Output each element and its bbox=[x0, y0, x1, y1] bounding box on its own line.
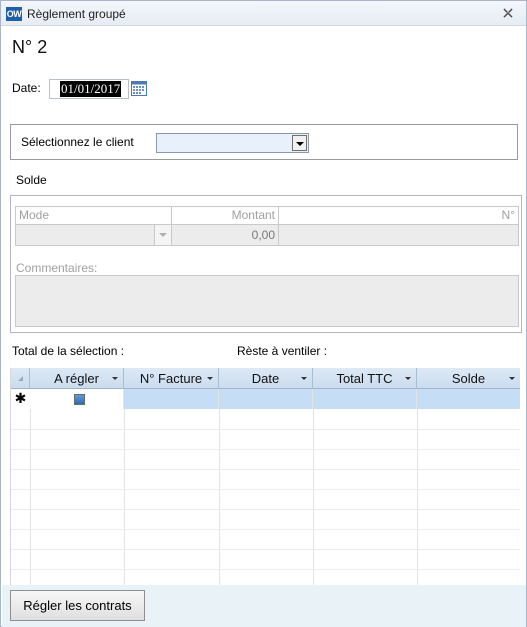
date-value: 01/01/2017 bbox=[60, 81, 122, 97]
grid-divider bbox=[313, 409, 314, 585]
dialog-window: OW Règlement groupé N° 2 Date: 01/01/201… bbox=[0, 0, 527, 627]
close-icon[interactable] bbox=[501, 6, 515, 20]
column-header-label: N° Facture bbox=[139, 371, 203, 386]
grid-row-line bbox=[11, 429, 520, 430]
montant-column-header: Montant bbox=[171, 206, 278, 225]
a-regler-checkbox[interactable] bbox=[74, 394, 85, 405]
select-all-corner[interactable] bbox=[11, 368, 30, 389]
date-label: Date: bbox=[12, 81, 41, 95]
column-header-date[interactable]: Date bbox=[219, 368, 313, 389]
numero-column-header: N° bbox=[278, 206, 519, 225]
new-row[interactable]: ✱ bbox=[11, 389, 520, 409]
column-header-solde[interactable]: Solde bbox=[417, 368, 520, 389]
new-row-marker-icon: ✱ bbox=[14, 391, 27, 407]
reste-ventiler-label: Rèste à ventiler : bbox=[237, 344, 328, 358]
title-bar: OW Règlement groupé bbox=[1, 1, 526, 26]
form-number: N° 2 bbox=[12, 37, 48, 57]
grid-row-line bbox=[11, 549, 520, 550]
grid-row-line bbox=[11, 489, 520, 490]
facture-cell[interactable] bbox=[124, 389, 219, 409]
column-header-label: Date bbox=[251, 371, 280, 386]
footer-bar: Régler les contrats bbox=[2, 585, 526, 627]
sort-arrow-icon bbox=[405, 377, 411, 380]
grid-row-line bbox=[11, 509, 520, 510]
total-ttc-cell[interactable] bbox=[313, 389, 417, 409]
invoice-grid: A régler N° Facture Date Total TTC Solde… bbox=[10, 368, 520, 585]
sort-arrow-icon bbox=[509, 377, 515, 380]
a-regler-cell[interactable] bbox=[30, 389, 124, 409]
comments-label: Commentaires: bbox=[16, 261, 98, 275]
sort-arrow-icon bbox=[301, 377, 307, 380]
column-header-a-regler[interactable]: A régler bbox=[30, 368, 124, 389]
app-logo-icon: OW bbox=[6, 7, 22, 21]
comments-field[interactable] bbox=[15, 275, 519, 327]
montant-field[interactable]: 0,00 bbox=[171, 225, 278, 246]
sort-arrow-icon bbox=[112, 377, 118, 380]
grid-row-line bbox=[11, 469, 520, 470]
grid-row-line bbox=[11, 449, 520, 450]
grid-divider bbox=[124, 409, 125, 585]
column-header-total-ttc[interactable]: Total TTC bbox=[313, 368, 417, 389]
numero-field[interactable] bbox=[278, 225, 519, 246]
regler-contrats-button[interactable]: Régler les contrats bbox=[10, 590, 145, 621]
window-title: Règlement groupé bbox=[27, 7, 126, 21]
column-header-label: A régler bbox=[54, 371, 99, 386]
column-header-label: Total TTC bbox=[336, 371, 393, 386]
grid-divider bbox=[417, 409, 418, 585]
mode-column-header: Mode bbox=[15, 206, 171, 225]
chevron-down-icon[interactable] bbox=[154, 225, 171, 245]
grid-row-line bbox=[11, 529, 520, 530]
calendar-icon[interactable] bbox=[131, 81, 147, 96]
column-header-facture[interactable]: N° Facture bbox=[124, 368, 219, 389]
total-selection-label: Total de la sélection : bbox=[12, 344, 125, 358]
solde-frame: Mode Montant N° 0,00 Commentaires: bbox=[10, 195, 522, 333]
grid-divider bbox=[219, 409, 220, 585]
column-header-label: Solde bbox=[451, 371, 486, 386]
date-cell[interactable] bbox=[219, 389, 313, 409]
date-field[interactable]: 01/01/2017 bbox=[49, 79, 129, 99]
grid-divider bbox=[30, 409, 31, 585]
client-label: Sélectionnez le client bbox=[21, 135, 134, 149]
solde-label: Solde bbox=[16, 173, 47, 187]
chevron-down-icon[interactable] bbox=[292, 135, 307, 151]
grid-header: A régler N° Facture Date Total TTC Solde bbox=[11, 368, 520, 389]
solde-cell[interactable] bbox=[417, 389, 520, 409]
client-selection-frame: Sélectionnez le client bbox=[10, 124, 518, 160]
grid-row-line bbox=[11, 569, 520, 570]
sort-arrow-icon bbox=[207, 377, 213, 380]
mode-select[interactable] bbox=[15, 225, 171, 246]
client-dropdown[interactable] bbox=[156, 133, 309, 153]
